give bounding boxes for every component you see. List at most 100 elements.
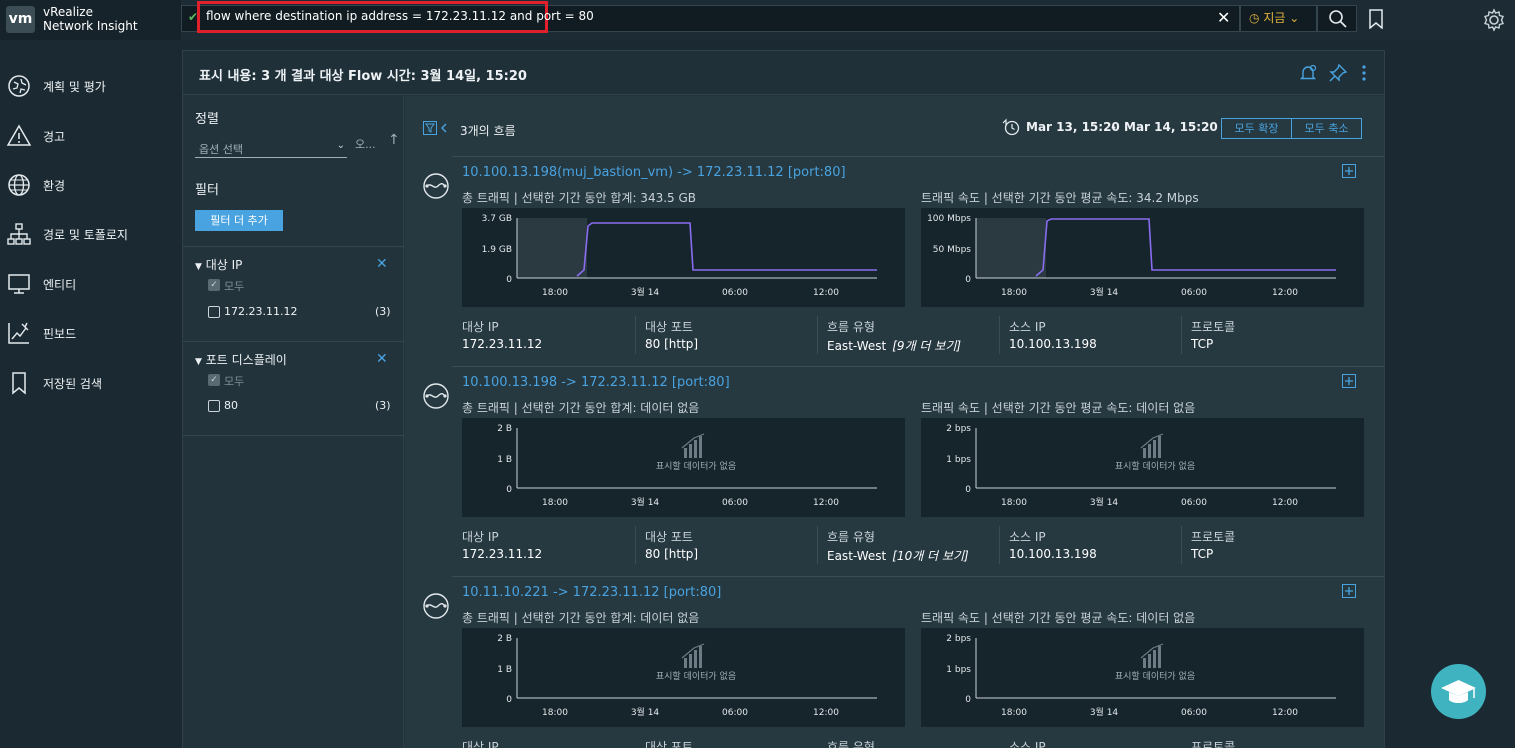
clock-icon: ◷ (1249, 11, 1260, 25)
sidebar-item-label: 계획 및 평가 (43, 80, 106, 94)
add-filter-button[interactable]: 필터 더 추가 (195, 210, 283, 231)
checkbox-port-value[interactable] (208, 400, 220, 412)
show-more-link[interactable]: [9개 더 보기] (892, 339, 961, 353)
topology-icon (7, 223, 31, 245)
product-name-line1: vRealize (43, 5, 93, 19)
flow-title-link[interactable]: 10.11.10.221 -> 172.23.11.12 [port:80] (462, 585, 721, 600)
x-tick: 18:00 (1001, 708, 1027, 718)
checkbox-all-dest-ip[interactable]: ✓ (208, 279, 220, 291)
sidebar-item-environment[interactable]: 환경 (0, 169, 181, 203)
checkbox-dest-ip-value[interactable] (208, 306, 220, 318)
divider (452, 366, 1384, 367)
sort-order-select[interactable]: 오... (355, 136, 376, 152)
no-data-text: 표시할 데이터가 없음 (656, 461, 736, 472)
filter-toggle-icon[interactable] (423, 121, 449, 137)
sidebar-item-label: 경로 및 토폴로지 (43, 228, 128, 242)
rate-chart[interactable]: 100 Mbps 50 Mbps 0 18:00 3월 14 06:00 12:… (921, 208, 1364, 307)
flow-title-link[interactable]: 10.100.13.198(muj_bastion_vm) -> 172.23.… (462, 165, 846, 180)
checkbox-all-port[interactable]: ✓ (208, 374, 220, 386)
filter-column: 정렬 옵션 선택 ⌄ 오... ↑ 필터 필터 더 추가 ▼ 대상 IP ✕ ✓… (183, 96, 404, 748)
search-button[interactable] (1317, 5, 1357, 32)
flow-title-link[interactable]: 10.100.13.198 -> 172.23.11.12 [port:80] (462, 375, 730, 390)
meta-label: 프로토콜 (1191, 740, 1236, 748)
traffic-chart[interactable]: 3.7 GB 1.9 GB 0 18:00 3월 14 06:00 12:00 (462, 208, 905, 307)
bookmark-icon[interactable] (1367, 9, 1385, 29)
no-data-chart-icon (1140, 433, 1164, 458)
search-bar[interactable]: ✔ flow where destination ip address = 17… (181, 1, 1240, 33)
collapse-all-button[interactable]: 모두 축소 (1291, 118, 1362, 139)
traffic-chart[interactable]: 2 B 1 B 0 18:00 3월 14 06:00 12:00 표시할 데이… (462, 628, 905, 727)
checkbox-label: 모두 (224, 280, 245, 293)
sidebar-item-saved-searches[interactable]: 저장된 검색 (0, 367, 181, 401)
divider (1181, 316, 1182, 354)
close-icon[interactable]: ✕ (376, 256, 388, 272)
time-picker-button[interactable]: ◷ 지금 ⌄ (1240, 5, 1317, 32)
rate-label: 트래픽 속도 | 선택한 기간 동안 평균 속도: 데이터 없음 (921, 611, 1196, 625)
traffic-label: 총 트래픽 | 선택한 기간 동안 합계: 343.5 GB (462, 191, 697, 205)
traffic-series-line (576, 222, 877, 277)
divider (452, 576, 1384, 577)
show-more-link[interactable]: [10개 더 보기] (892, 549, 968, 563)
learning-help-button[interactable] (1431, 664, 1486, 719)
rate-series-line (1035, 218, 1336, 277)
panel-header: 표시 내용: 3 개 결과 대상 Flow 시간: 3월 14일, 15:20 (183, 51, 1384, 95)
warning-icon (7, 124, 31, 146)
expand-plus-icon[interactable] (1342, 374, 1356, 388)
protocol-value: TCP (1191, 337, 1214, 351)
sidebar-item-label: 환경 (43, 179, 66, 193)
y-tick: 2 bps (946, 634, 971, 644)
rate-chart[interactable]: 2 bps 1 bps 0 18:00 3월 14 06:00 12:00 표시… (921, 628, 1364, 727)
rate-chart[interactable]: 2 bps 1 bps 0 18:00 3월 14 06:00 12:00 표시… (921, 418, 1364, 517)
close-icon[interactable]: ✕ (1217, 8, 1230, 27)
x-tick: 3월 14 (1090, 706, 1119, 718)
x-tick: 3월 14 (1090, 286, 1119, 298)
query-highlight: flow where destination ip address = 172.… (197, 1, 594, 33)
alert-bell-icon[interactable] (1299, 64, 1317, 82)
range-start[interactable]: Mar 13, 15:20 (1026, 120, 1120, 134)
time-range-icon[interactable] (1002, 118, 1020, 136)
meta-label: 흐름 유형 (827, 530, 875, 544)
expand-plus-icon[interactable] (1342, 164, 1356, 178)
checkbox-label: 모두 (224, 375, 245, 388)
y-tick: 2 B (497, 634, 512, 644)
facet-title-port[interactable]: ▼ 포트 디스플레이 (195, 351, 287, 368)
expand-all-button[interactable]: 모두 확장 (1221, 118, 1292, 139)
meta-label: 소스 IP (1009, 530, 1046, 544)
close-icon[interactable]: ✕ (376, 351, 388, 367)
expand-plus-icon[interactable] (1342, 584, 1356, 598)
flow-type-value: East-West [9개 더 보기] (827, 337, 961, 354)
divider (635, 526, 636, 564)
sidebar-item-alerts[interactable]: 경고 (0, 120, 181, 154)
flow-card: 10.11.10.221 -> 172.23.11.12 [port:80] 총… (405, 576, 1384, 748)
range-end[interactable]: Mar 14, 15:20 (1124, 120, 1218, 134)
y-tick: 1 B (497, 455, 512, 465)
gear-icon[interactable] (1482, 8, 1506, 32)
sidebar-item-entities[interactable]: 엔티티 (0, 268, 181, 302)
sidebar-item-plan[interactable]: 계획 및 평가 (0, 70, 181, 104)
x-tick: 3월 14 (631, 706, 660, 718)
dst-ip-value: 172.23.11.12 (462, 547, 543, 561)
sidebar: 계획 및 평가 경고 환경 경로 및 토폴로지 엔티티 핀보드 저장된 검색 (0, 40, 181, 748)
flow-type-value: East-West [10개 더 보기] (827, 547, 969, 564)
y-tick: 0 (965, 695, 971, 705)
meta-label: 프로토콜 (1191, 530, 1236, 544)
facet-title-dest-ip[interactable]: ▼ 대상 IP (195, 256, 242, 273)
traffic-label: 총 트래픽 | 선택한 기간 동안 합계: 데이터 없음 (462, 611, 700, 625)
rate-label: 트래픽 속도 | 선택한 기간 동안 평균 속도: 데이터 없음 (921, 401, 1196, 415)
more-vertical-icon[interactable] (1355, 64, 1373, 82)
sidebar-item-pinboard[interactable]: 핀보드 (0, 317, 181, 351)
sidebar-item-path-topology[interactable]: 경로 및 토폴로지 (0, 218, 181, 252)
flow-icon (423, 593, 449, 619)
brand[interactable]: vm vRealize Network Insight (0, 0, 181, 40)
top-bar: vm vRealize Network Insight ✔ flow where… (0, 0, 1515, 40)
sort-select[interactable]: 옵션 선택 ⌄ (195, 138, 347, 158)
divider (183, 246, 404, 247)
divider (635, 316, 636, 354)
sort-direction-icon[interactable]: ↑ (388, 132, 400, 148)
search-input[interactable]: flow where destination ip address = 172.… (206, 9, 594, 23)
divider (817, 316, 818, 354)
pin-icon[interactable] (1329, 64, 1347, 82)
x-tick: 06:00 (722, 708, 748, 718)
no-data-text: 표시할 데이터가 없음 (656, 671, 736, 682)
traffic-chart[interactable]: 2 B 1 B 0 18:00 3월 14 06:00 12:00 표시할 데이… (462, 418, 905, 517)
